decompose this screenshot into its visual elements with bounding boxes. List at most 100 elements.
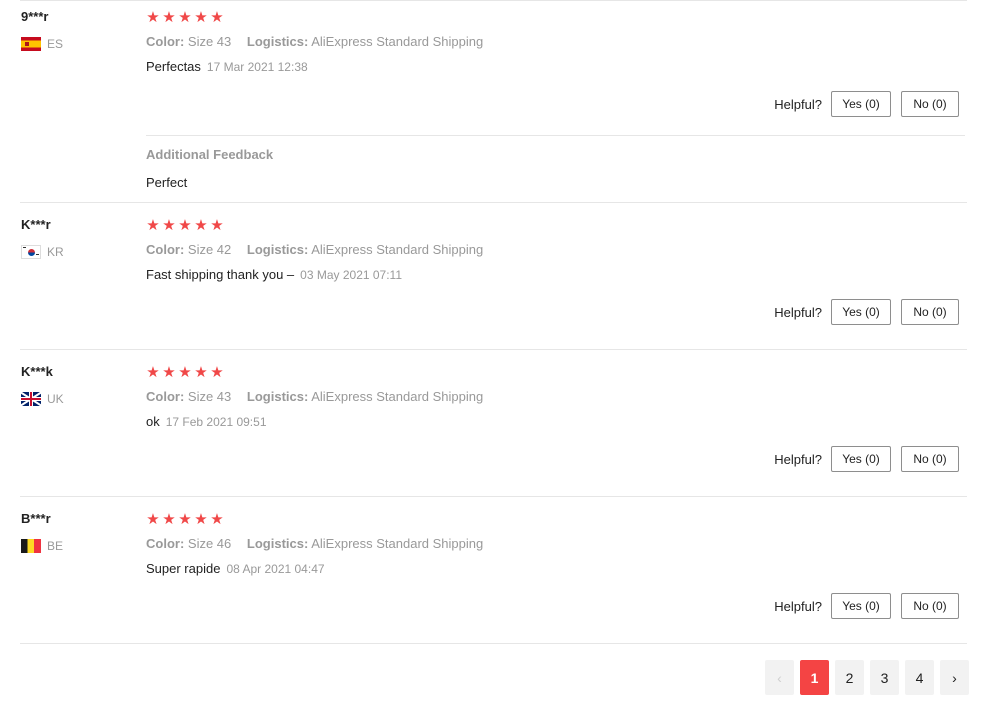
review-date: 17 Feb 2021 09:51 [165,415,267,429]
star-icon: ★ [146,217,160,234]
page-4-button[interactable]: 4 [905,660,934,695]
star-icon: ★ [162,511,176,528]
page-1-button[interactable]: 1 [800,660,829,695]
reviewer-name: K***k [21,364,53,379]
helpful-yes-button[interactable]: Yes (0) [831,446,891,472]
country-code: UK [47,392,64,406]
uk-flag-icon [21,392,41,406]
star-icon: ★ [178,364,192,381]
star-icon: ★ [210,511,224,528]
helpful-group: Helpful? Yes (0) No (0) [774,299,959,325]
star-rating: ★ ★ ★ ★ ★ [146,364,965,382]
helpful-group: Helpful? Yes (0) No (0) [774,593,959,619]
reviewer-info: 9***r ES [21,9,131,52]
logistics-label: Logistics: [246,536,309,551]
review-meta: Color: Size 46 Logistics: AliExpress Sta… [146,535,965,553]
logistics-label: Logistics: [246,242,309,257]
review-comment-line: Perfectas 17 Mar 2021 12:38 [146,58,965,76]
reviewer-country: UK [21,391,131,407]
logistics-label: Logistics: [246,389,309,404]
review-divider [20,496,967,497]
helpful-yes-button[interactable]: Yes (0) [831,593,891,619]
helpful-yes-button[interactable]: Yes (0) [831,299,891,325]
star-icon: ★ [178,511,192,528]
star-icon: ★ [162,364,176,381]
helpful-label: Helpful? [774,96,822,112]
review-comment-line: Fast shipping thank you – 03 May 2021 07:… [146,266,965,284]
color-label: Color: [146,34,185,49]
helpful-label: Helpful? [774,304,822,320]
reviewer-country: ES [21,36,131,52]
helpful-no-button[interactable]: No (0) [901,299,959,325]
review-comment: Perfectas [146,59,201,74]
color-label: Color: [146,536,185,551]
star-icon: ★ [210,9,224,26]
review-divider [20,349,967,350]
be-flag-icon [21,539,41,553]
reviewer-country: KR [21,244,131,260]
prev-page-button[interactable]: ‹ [765,660,794,695]
review-content: ★ ★ ★ ★ ★ Color: Size 42 Logistics: AliE… [146,217,965,284]
kr-flag-icon [21,245,41,259]
helpful-no-button[interactable]: No (0) [901,593,959,619]
review-date: 17 Mar 2021 12:38 [206,60,308,74]
star-icon: ★ [210,364,224,381]
helpful-yes-button[interactable]: Yes (0) [831,91,891,117]
review-meta: Color: Size 43 Logistics: AliExpress Sta… [146,33,965,51]
color-value: Size 46 [187,536,232,551]
additional-divider [146,135,965,136]
next-page-button[interactable]: › [940,660,969,695]
star-rating: ★ ★ ★ ★ ★ [146,9,965,27]
star-icon: ★ [178,9,192,26]
helpful-group: Helpful? Yes (0) No (0) [774,91,959,117]
star-icon: ★ [194,511,208,528]
reviewer-info: B***r BE [21,511,131,554]
helpful-label: Helpful? [774,451,822,467]
star-icon: ★ [146,511,160,528]
star-icon: ★ [194,364,208,381]
logistics-value: AliExpress Standard Shipping [311,242,484,257]
helpful-label: Helpful? [774,598,822,614]
reviewer-country: BE [21,538,131,554]
color-value: Size 43 [187,389,232,404]
reviewer-name: B***r [21,511,51,526]
star-rating: ★ ★ ★ ★ ★ [146,511,965,529]
logistics-value: AliExpress Standard Shipping [311,536,484,551]
review-meta: Color: Size 42 Logistics: AliExpress Sta… [146,241,965,259]
pagination: ‹ 1 2 3 4 › [765,660,969,695]
review-comment-line: ok 17 Feb 2021 09:51 [146,413,965,431]
review-comment: Super rapide [146,561,221,576]
star-icon: ★ [210,217,224,234]
top-divider [20,0,967,1]
star-icon: ★ [194,217,208,234]
color-label: Color: [146,389,185,404]
helpful-no-button[interactable]: No (0) [901,91,959,117]
additional-feedback-text: Perfect [146,175,188,190]
country-code: ES [47,37,64,51]
country-code: BE [47,539,64,553]
review-comment-line: Super rapide 08 Apr 2021 04:47 [146,560,965,578]
page-2-button[interactable]: 2 [835,660,864,695]
color-value: Size 42 [187,242,232,257]
star-icon: ★ [162,9,176,26]
review-content: ★ ★ ★ ★ ★ Color: Size 46 Logistics: AliE… [146,511,965,578]
country-code: KR [47,245,64,259]
review-divider [20,643,967,644]
reviewer-info: K***k UK [21,364,131,407]
logistics-label: Logistics: [246,34,309,49]
star-icon: ★ [194,9,208,26]
color-label: Color: [146,242,185,257]
review-date: 03 May 2021 07:11 [300,268,403,282]
reviewer-name: 9***r [21,9,49,24]
reviewer-info: K***r KR [21,217,131,260]
helpful-group: Helpful? Yes (0) No (0) [774,446,959,472]
logistics-value: AliExpress Standard Shipping [311,34,484,49]
review-meta: Color: Size 43 Logistics: AliExpress Sta… [146,388,965,406]
page-3-button[interactable]: 3 [870,660,899,695]
helpful-no-button[interactable]: No (0) [901,446,959,472]
reviewer-name: K***r [21,217,51,232]
star-icon: ★ [178,217,192,234]
review-content: ★ ★ ★ ★ ★ Color: Size 43 Logistics: AliE… [146,9,965,76]
es-flag-icon [21,37,41,51]
star-icon: ★ [146,364,160,381]
